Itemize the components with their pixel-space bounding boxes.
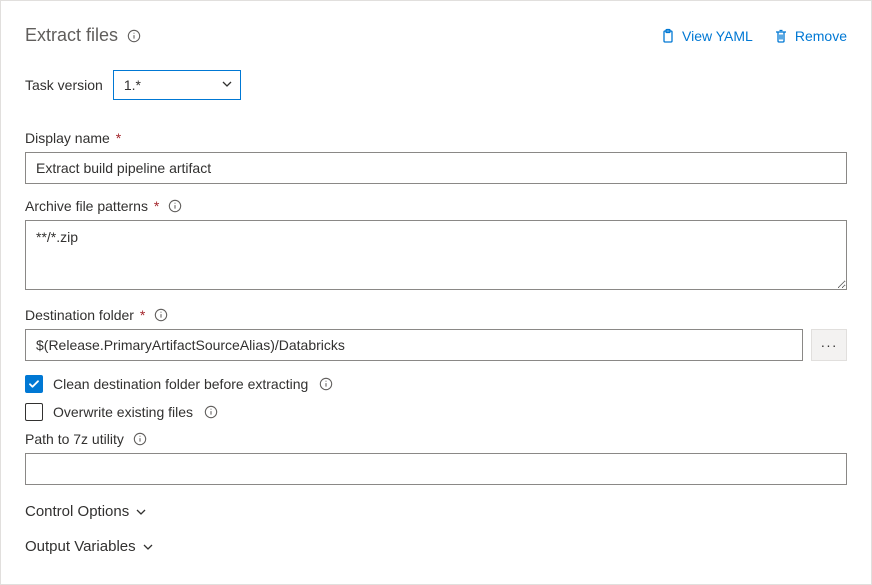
archive-patterns-info-icon[interactable] [167, 198, 183, 214]
display-name-label: Display name * [25, 130, 121, 146]
remove-button[interactable]: Remove [773, 28, 847, 44]
view-yaml-button[interactable]: View YAML [660, 28, 753, 44]
clean-destination-label: Clean destination folder before extracti… [53, 376, 308, 392]
path-7z-label: Path to 7z utility [25, 431, 124, 447]
task-config-panel: Extract files View YAML Remove Task vers… [0, 0, 872, 585]
task-version-label: Task version [25, 77, 103, 93]
archive-patterns-input[interactable] [25, 220, 847, 290]
destination-folder-group: Destination folder * ··· [25, 307, 847, 361]
task-version-select[interactable]: 1.* [113, 70, 241, 100]
clean-destination-row: Clean destination folder before extracti… [25, 375, 847, 393]
archive-patterns-label: Archive file patterns * [25, 198, 159, 214]
display-name-input[interactable] [25, 152, 847, 184]
path-7z-input[interactable] [25, 453, 847, 485]
overwrite-files-checkbox[interactable] [25, 403, 43, 421]
panel-header: Extract files View YAML Remove [25, 25, 847, 46]
clean-destination-checkbox[interactable] [25, 375, 43, 393]
check-icon [28, 378, 40, 390]
task-version-row: Task version 1.* [25, 70, 847, 100]
destination-folder-label: Destination folder * [25, 307, 145, 323]
overwrite-files-label: Overwrite existing files [53, 404, 193, 420]
trash-icon [773, 28, 789, 44]
display-name-group: Display name * [25, 130, 847, 184]
chevron-down-icon [135, 506, 147, 518]
clean-destination-info-icon[interactable] [318, 376, 334, 392]
overwrite-files-row: Overwrite existing files [25, 403, 847, 421]
output-variables-section[interactable]: Output Variables [25, 538, 847, 555]
clipboard-icon [660, 28, 676, 44]
chevron-down-icon [142, 541, 154, 553]
browse-folder-button[interactable]: ··· [811, 329, 847, 361]
overwrite-files-info-icon[interactable] [203, 404, 219, 420]
path-7z-group: Path to 7z utility [25, 431, 847, 485]
header-left: Extract files [25, 25, 142, 46]
header-actions: View YAML Remove [660, 28, 847, 44]
destination-folder-input[interactable] [25, 329, 803, 361]
archive-patterns-group: Archive file patterns * [25, 198, 847, 293]
path-7z-info-icon[interactable] [132, 431, 148, 447]
title-info-icon[interactable] [126, 28, 142, 44]
control-options-section[interactable]: Control Options [25, 503, 847, 520]
page-title: Extract files [25, 25, 118, 46]
destination-folder-info-icon[interactable] [153, 307, 169, 323]
